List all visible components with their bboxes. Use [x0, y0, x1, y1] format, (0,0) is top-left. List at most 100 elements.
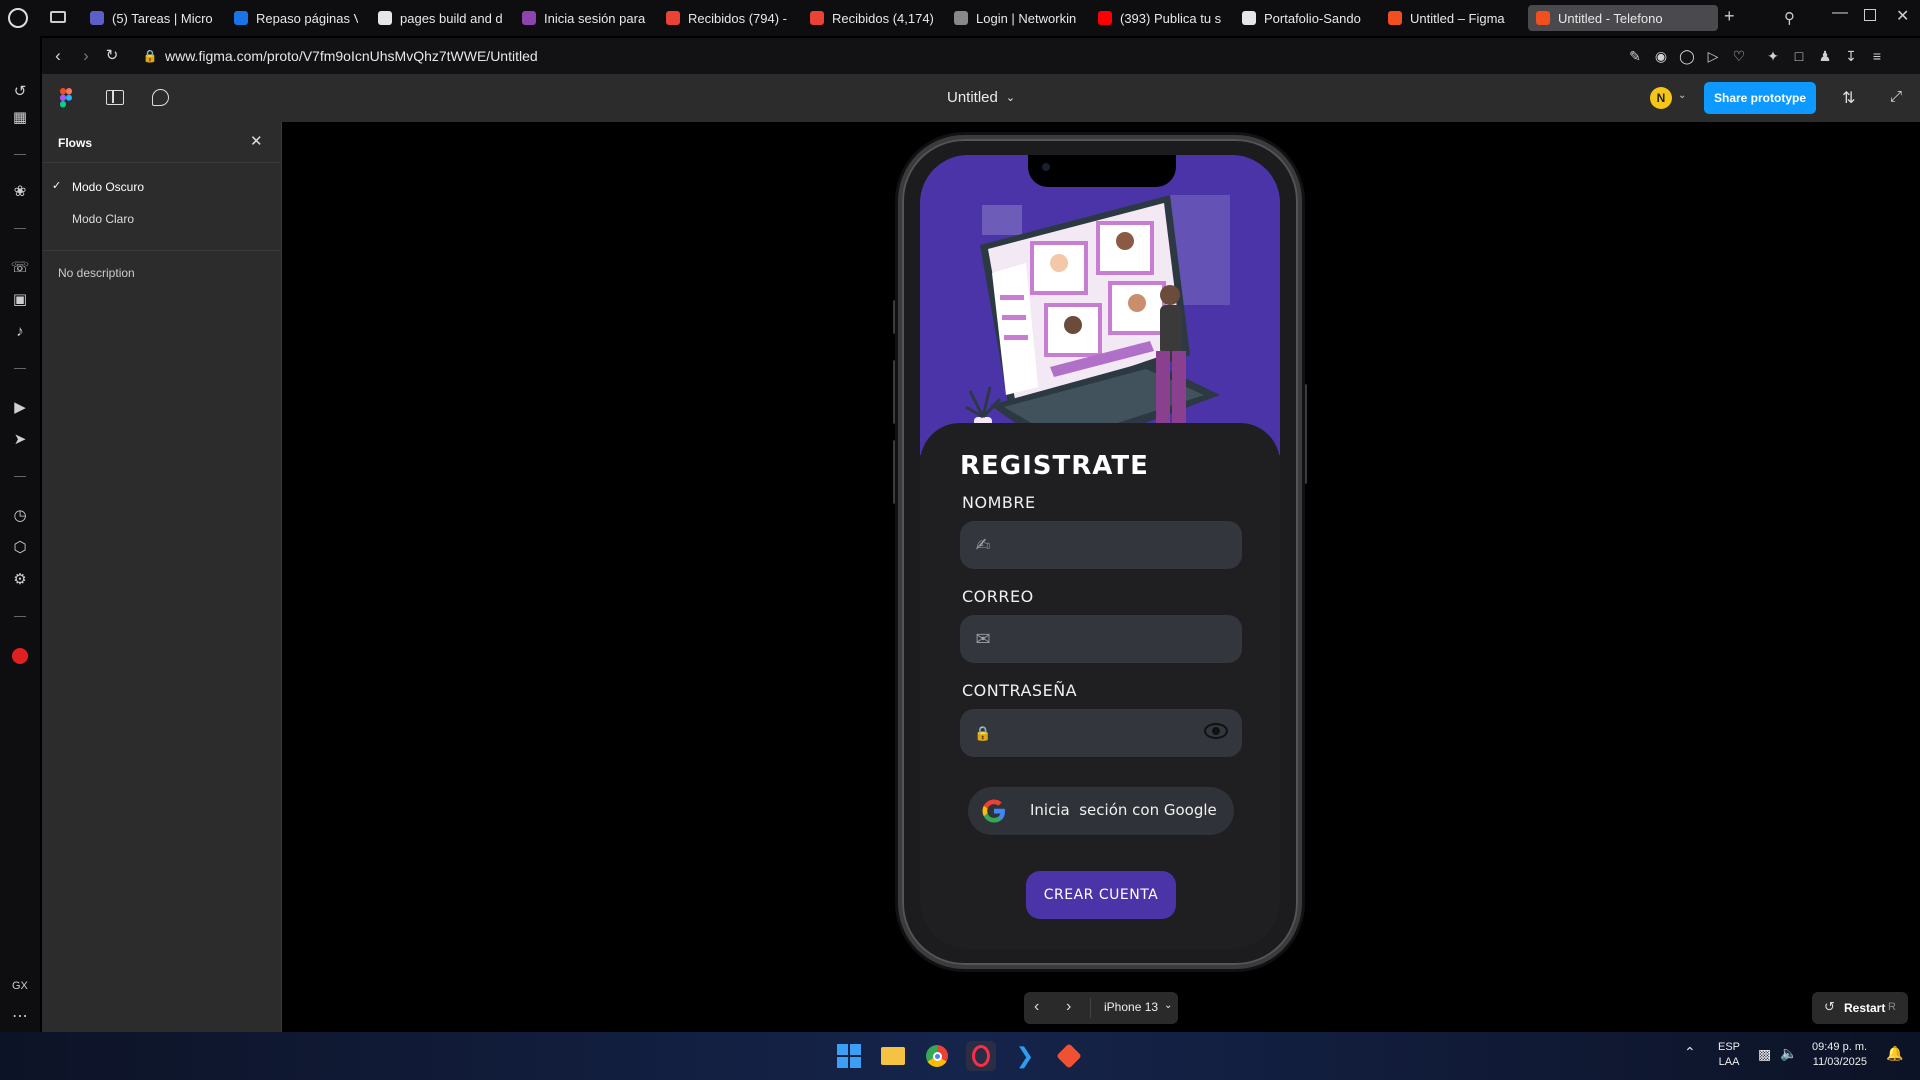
create-account-button[interactable]: CREAR CUENTA — [1026, 871, 1176, 919]
menu-icon[interactable]: ≡ — [1868, 47, 1886, 65]
file-explorer-icon[interactable] — [878, 1041, 908, 1071]
next-frame-icon[interactable]: › — [1066, 998, 1071, 1016]
tab-favicon-icon — [1536, 11, 1550, 25]
register-card: REGISTRATE NOMBRE ✍ CORREO ✉ CONTRASEÑA … — [920, 423, 1280, 949]
settings-sliders-icon[interactable]: ⇅ — [1842, 88, 1855, 108]
language-indicator[interactable]: ESP LAA — [1718, 1040, 1740, 1070]
minimize-icon[interactable]: — — [1832, 4, 1848, 22]
avatar-chevron-icon[interactable]: ⌄ — [1678, 90, 1686, 101]
email-field[interactable]: ✉ — [960, 615, 1242, 663]
browser-tab[interactable]: Repaso páginas V — [226, 5, 358, 31]
camera-icon[interactable]: ◉ — [1652, 47, 1670, 65]
browser-tab[interactable]: Untitled – Figma — [1380, 5, 1512, 31]
file-title-text: Untitled — [947, 89, 998, 106]
ai-icon[interactable]: ▦ — [10, 108, 30, 128]
browser-tab[interactable]: Recibidos (794) - — [658, 5, 790, 31]
chatgpt-icon[interactable]: ❀ — [10, 182, 30, 202]
tab-label: Login | Networkin — [976, 10, 1077, 26]
shield-icon[interactable]: ◯ — [1678, 47, 1696, 65]
search-tabs-icon[interactable]: ⚲ — [1784, 9, 1795, 27]
forward-icon[interactable]: › — [76, 46, 96, 66]
whatsapp-icon[interactable]: ☏ — [10, 258, 30, 278]
hero-illustration — [920, 155, 1280, 455]
address-bar: ‹ › ↻ 🔒 www.figma.com/proto/V7fm9oIcnUhs… — [42, 38, 1920, 74]
clock-area[interactable]: 09:49 p. m. 11/03/2025 — [1812, 1040, 1867, 1070]
tab-overview-icon[interactable] — [50, 11, 66, 23]
download-icon[interactable]: ↧ — [1842, 47, 1860, 65]
box-icon[interactable]: ⬡ — [10, 538, 30, 558]
player-icon[interactable]: ▶ — [10, 398, 30, 418]
browser-tab[interactable]: Inicia sesión para — [514, 5, 646, 31]
notification-bell-icon[interactable]: 🔔 — [1886, 1045, 1903, 1062]
device-select[interactable]: iPhone 13 ⌄ — [1104, 1000, 1172, 1014]
signature-icon: ✍ — [975, 535, 991, 555]
restart-button[interactable]: ↺ Restart R — [1812, 992, 1908, 1024]
share-prototype-button[interactable]: Share prototype — [1704, 82, 1816, 114]
extension-icon[interactable]: ✦ — [1764, 47, 1782, 65]
opera-logo-icon[interactable] — [8, 8, 28, 28]
edit-icon[interactable]: ✎ — [1626, 47, 1644, 65]
heart-icon[interactable]: ♡ — [1730, 47, 1748, 65]
browser-tab[interactable]: Login | Networkin — [946, 5, 1078, 31]
gx-label[interactable]: GX — [12, 980, 28, 992]
restore-icon[interactable] — [1864, 9, 1876, 21]
tray-chevron-icon[interactable]: ⌃ — [1684, 1044, 1696, 1061]
volume-icon[interactable]: 🔈 — [1780, 1045, 1797, 1062]
flow-description: No description — [58, 266, 135, 280]
opera-gx-icon[interactable] — [966, 1041, 996, 1071]
flow-item-modo-claro[interactable]: Modo Claro — [42, 208, 282, 232]
flow-item-modo-oscuro[interactable]: ✓ Modo Oscuro — [42, 176, 282, 200]
figma-logo-icon[interactable] — [60, 88, 72, 108]
device-nav-bar: ‹ › iPhone 13 ⌄ — [1024, 992, 1178, 1024]
phone-notch — [1028, 155, 1176, 187]
prev-frame-icon[interactable]: ‹ — [1034, 998, 1039, 1016]
browser-tab[interactable]: (393) Publica tu s — [1090, 5, 1222, 31]
url-field[interactable]: www.figma.com/proto/V7fm9oIcnUhsMvQhz7tW… — [165, 48, 538, 64]
browser-tab[interactable]: Untitled - Telefono — [1528, 5, 1718, 31]
close-window-icon[interactable]: ✕ — [1896, 6, 1909, 26]
browser-tab[interactable]: pages build and d — [370, 5, 502, 31]
new-tab-button[interactable]: + — [1724, 6, 1735, 27]
settings-icon[interactable]: ⚙ — [10, 570, 30, 590]
more-icon[interactable]: ⋯ — [12, 1006, 28, 1026]
avatar[interactable]: N — [1650, 87, 1672, 109]
restart-label: Restart — [1844, 1001, 1886, 1015]
password-label: CONTRASEÑA — [962, 681, 1078, 700]
play-icon[interactable]: ▷ — [1704, 47, 1722, 65]
instagram-icon[interactable]: ▣ — [10, 290, 30, 310]
name-field[interactable]: ✍ — [960, 521, 1242, 569]
history-arrow-icon[interactable]: ↺ — [10, 82, 30, 102]
device-label: iPhone 13 — [1104, 1000, 1159, 1014]
git-kraken-icon[interactable] — [1054, 1041, 1084, 1071]
panel-toggle-icon[interactable] — [106, 90, 124, 105]
clock-icon[interactable]: ◷ — [10, 506, 30, 526]
comment-icon[interactable] — [152, 89, 169, 106]
close-panel-icon[interactable]: ✕ — [250, 132, 263, 150]
phone-screen: REGISTRATE NOMBRE ✍ CORREO ✉ CONTRASEÑA … — [920, 155, 1280, 949]
windows-start-icon[interactable] — [834, 1041, 864, 1071]
back-icon[interactable]: ‹ — [48, 46, 68, 66]
reload-icon[interactable]: ↻ — [102, 46, 122, 66]
chevron-down-icon: ⌄ — [1164, 1000, 1173, 1011]
chrome-icon[interactable] — [922, 1041, 952, 1071]
restart-icon: ↺ — [1824, 999, 1835, 1014]
browser-tab[interactable]: Portafolio-Sando — [1234, 5, 1366, 31]
profile-icon[interactable]: ♟ — [1816, 47, 1834, 65]
vscode-icon[interactable]: ❯ — [1010, 1041, 1040, 1071]
cube-icon[interactable]: □ — [1790, 47, 1808, 65]
tab-label: Recibidos (794) - — [688, 10, 787, 26]
password-field[interactable]: 🔒 — [960, 709, 1242, 757]
browser-tab[interactable]: (5) Tareas | Micro — [82, 5, 214, 31]
tiktok-icon[interactable]: ♪ — [10, 322, 30, 342]
eye-icon[interactable] — [1204, 723, 1228, 739]
language-bottom: LAA — [1718, 1056, 1740, 1068]
google-signin-button[interactable]: Inicia seción con Google — [968, 787, 1234, 835]
youtube-icon[interactable] — [12, 648, 28, 664]
tab-favicon-icon — [90, 11, 104, 25]
expand-icon[interactable]: ⤢ — [1890, 88, 1902, 105]
send-icon[interactable]: ➤ — [10, 430, 30, 450]
browser-tab[interactable]: Recibidos (4,174) — [802, 5, 934, 31]
file-title[interactable]: Untitled ⌄ — [947, 89, 1015, 106]
phone-side-button — [893, 440, 897, 504]
network-icon[interactable]: ▩ — [1758, 1046, 1771, 1063]
